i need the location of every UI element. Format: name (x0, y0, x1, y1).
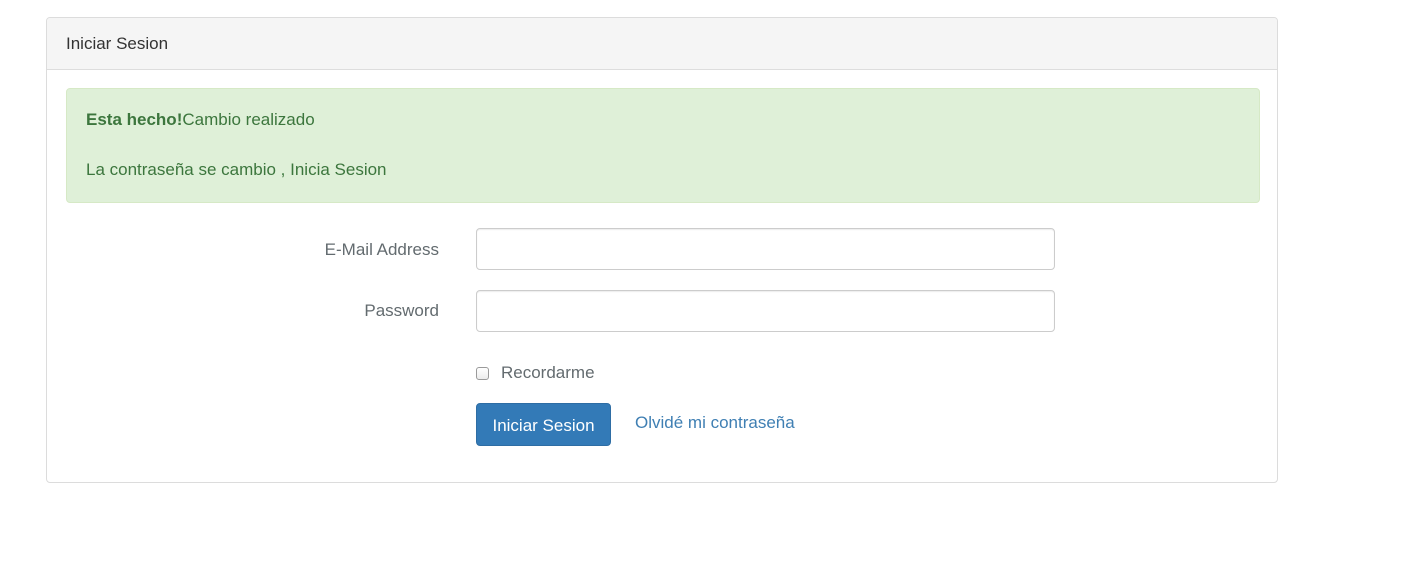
remember-me-row[interactable]: Recordarme (476, 363, 595, 383)
panel-title: Iniciar Sesion (66, 34, 169, 53)
remember-me-label: Recordarme (501, 363, 595, 382)
alert-strong-text: Esta hecho! (86, 110, 183, 129)
login-panel: Iniciar Sesion Esta hecho!Cambio realiza… (46, 17, 1278, 483)
email-input[interactable] (476, 228, 1055, 270)
success-alert: Esta hecho!Cambio realizado La contraseñ… (66, 88, 1260, 203)
email-label: E-Mail Address (324, 240, 439, 259)
remember-me-checkbox[interactable] (476, 366, 489, 380)
alert-detail-text: La contraseña se cambio , Inicia Sesion (86, 160, 387, 179)
password-input[interactable] (476, 290, 1055, 332)
forgot-password-link[interactable]: Olvidé mi contraseña (635, 413, 795, 433)
password-label: Password (364, 301, 439, 320)
panel-heading: Iniciar Sesion (47, 18, 1277, 70)
login-button[interactable]: Iniciar Sesion (476, 403, 611, 446)
alert-message-line: Esta hecho!Cambio realizado (86, 110, 315, 130)
alert-message-text: Cambio realizado (182, 110, 315, 129)
